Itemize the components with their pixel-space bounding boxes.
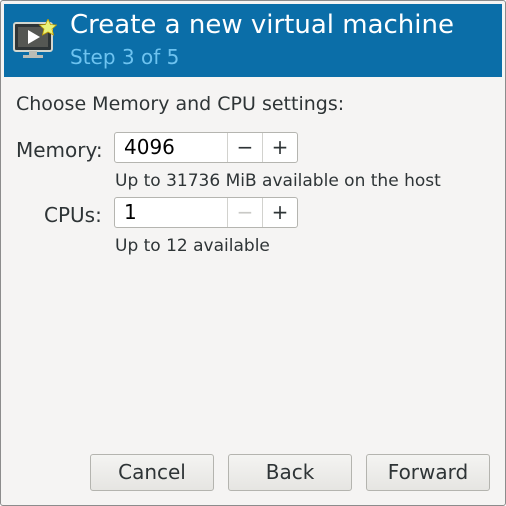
memory-value-input[interactable]: 4096 — [115, 133, 227, 162]
cpus-label: CPUs: — [44, 203, 102, 227]
cpus-hint: Up to 12 available — [115, 236, 270, 256]
wizard-step-indicator: Step 3 of 5 — [70, 45, 180, 69]
forward-button[interactable]: Forward — [366, 454, 490, 491]
back-button[interactable]: Back — [228, 454, 352, 491]
cpus-value-input[interactable]: 1 — [115, 198, 227, 227]
new-vm-wizard-window: Create a new virtual machine Step 3 of 5… — [0, 0, 506, 506]
section-title: Choose Memory and CPU settings: — [16, 93, 345, 115]
wizard-title: Create a new virtual machine — [70, 10, 454, 40]
cpus-decrement-button[interactable]: − — [227, 198, 262, 227]
vm-monitor-new-icon — [13, 19, 57, 58]
cpus-increment-button[interactable]: + — [262, 198, 297, 227]
cancel-button[interactable]: Cancel — [90, 454, 214, 491]
cpus-spinbutton[interactable]: 1 − + — [114, 197, 298, 228]
memory-label: Memory: — [16, 138, 103, 162]
memory-hint: Up to 31736 MiB available on the host — [115, 171, 441, 191]
memory-spinbutton[interactable]: 4096 − + — [114, 132, 298, 163]
memory-increment-button[interactable]: + — [262, 133, 297, 162]
wizard-header: Create a new virtual machine Step 3 of 5 — [4, 4, 502, 77]
memory-decrement-button[interactable]: − — [227, 133, 262, 162]
